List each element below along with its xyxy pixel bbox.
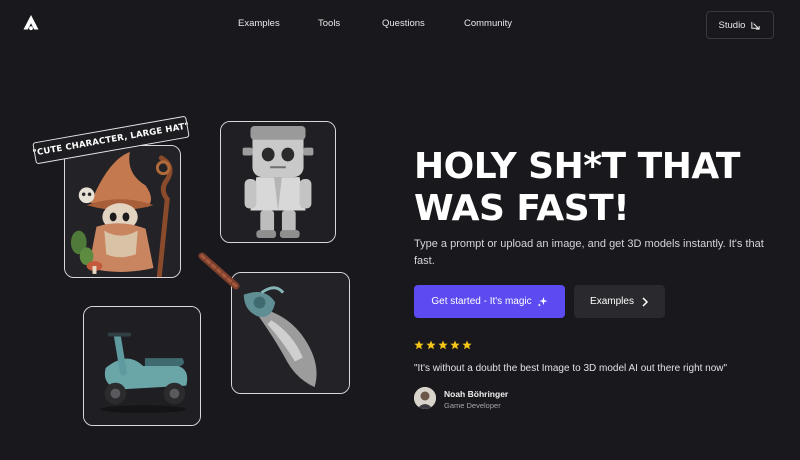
hero-subtitle: Type a prompt or upload an image, and ge… <box>414 238 764 267</box>
studio-button-label: Studio <box>718 19 746 31</box>
sword-handle-graphic <box>198 252 240 290</box>
scooter-card <box>83 306 201 426</box>
reviewer-role: Game Developer <box>444 401 501 410</box>
scooter-image <box>84 307 200 425</box>
examples-button[interactable]: Examples <box>574 285 665 318</box>
top-navigation: Examples Tools Questions Community Studi… <box>0 0 800 50</box>
rating-stars <box>414 340 472 352</box>
star-icon <box>438 340 448 350</box>
testimonial-quote: "It's without a doubt the best Image to … <box>414 363 728 374</box>
hero-title-line-1: HOLY SH*T THAT <box>414 146 740 187</box>
star-icon <box>462 340 472 350</box>
hero-title-line-2: WAS FAST! <box>414 188 630 229</box>
frankenstein-figure-card <box>220 121 336 243</box>
get-started-button-label: Get started - It's magic <box>431 296 532 307</box>
ornate-sword-card <box>231 272 350 394</box>
ornate-sword-image <box>232 273 349 393</box>
star-icon <box>426 340 436 350</box>
sparkle-icon <box>537 296 548 307</box>
nav-link-questions[interactable]: Questions <box>382 18 425 29</box>
get-started-button[interactable]: Get started - It's magic <box>414 285 565 318</box>
reviewer-avatar <box>414 387 436 409</box>
hero-title: HOLY SH*T THAT WAS FAST! <box>414 146 784 230</box>
wizard-character-card <box>64 145 181 278</box>
reviewer-name: Noah Böhringer <box>444 389 509 399</box>
wizard-character-image <box>65 146 180 277</box>
chevron-right-icon <box>642 296 649 307</box>
star-icon <box>414 340 424 350</box>
examples-button-label: Examples <box>590 296 634 307</box>
nav-link-examples[interactable]: Examples <box>238 18 280 29</box>
external-arrow-icon <box>751 21 761 30</box>
frankenstein-figure-image <box>221 122 335 242</box>
star-icon <box>450 340 460 350</box>
nav-links: Examples Tools Questions Community <box>0 18 800 34</box>
studio-button[interactable]: Studio <box>706 11 774 39</box>
nav-link-tools[interactable]: Tools <box>318 18 340 29</box>
nav-link-community[interactable]: Community <box>464 18 512 29</box>
